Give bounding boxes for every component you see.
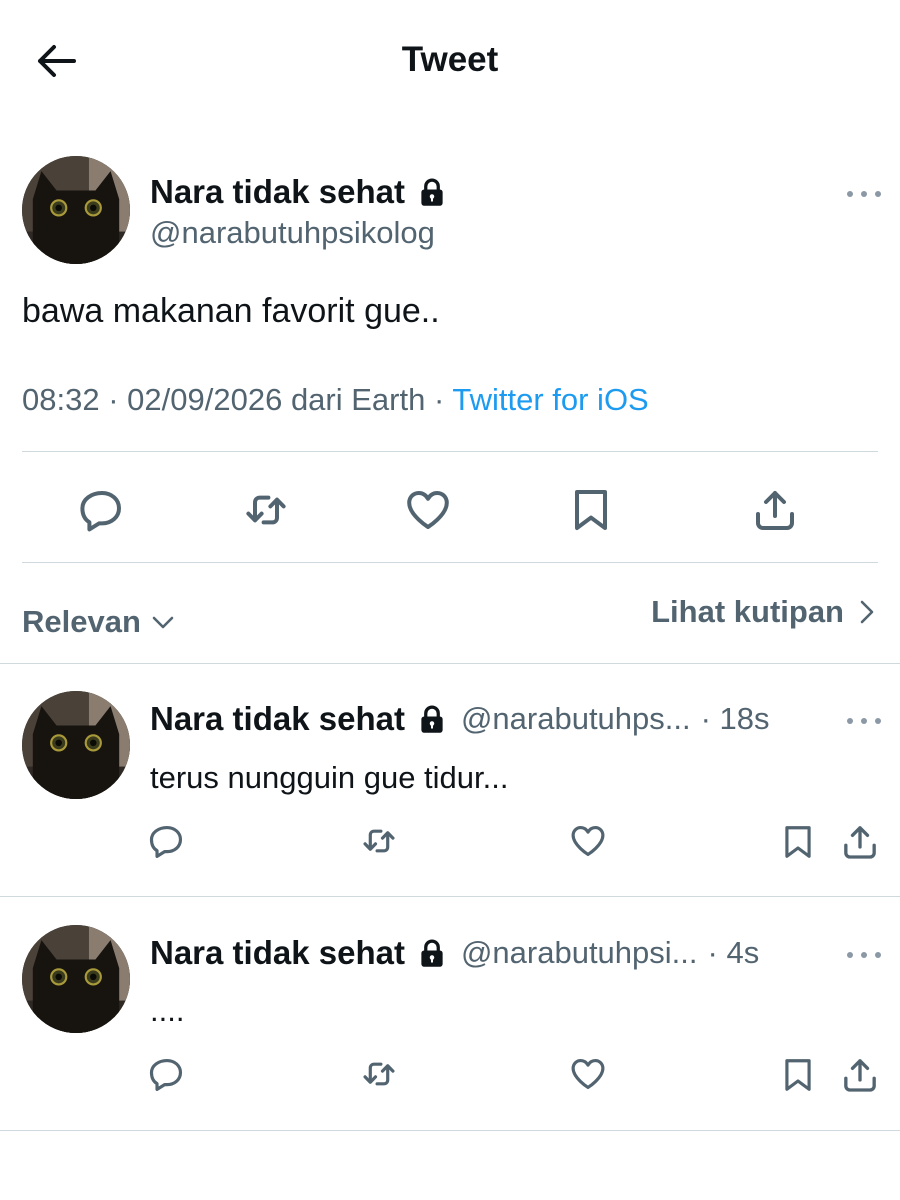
divider <box>22 562 878 563</box>
lock-icon <box>417 937 447 969</box>
bookmark-button[interactable] <box>567 486 615 534</box>
retweet-button[interactable] <box>358 1055 400 1093</box>
author-handle[interactable]: @narabutuhpsikolog <box>150 215 435 251</box>
avatar[interactable] <box>22 925 130 1033</box>
avatar[interactable] <box>22 691 130 799</box>
reply-item[interactable]: Nara tidak sehat @narabutuhps... · 18s t… <box>0 664 900 896</box>
tweet-date[interactable]: 02/09/2026 <box>127 382 282 417</box>
more-icon <box>844 184 884 204</box>
retweet-button[interactable] <box>358 822 400 860</box>
divider <box>0 1130 900 1131</box>
reply-text: terus nungguin gue tidur... <box>150 760 509 795</box>
more-icon <box>844 945 884 965</box>
page-title: Tweet <box>401 40 499 79</box>
reply-author-name: Nara tidak sehat <box>150 700 405 737</box>
reply-icon <box>78 486 126 534</box>
reply-button[interactable] <box>148 1055 186 1093</box>
like-icon <box>569 822 607 860</box>
sort-label: Relevan <box>22 604 141 639</box>
meta-separator: · <box>433 382 445 417</box>
retweet-button[interactable] <box>241 486 291 534</box>
more-options-button[interactable] <box>844 945 884 965</box>
tweet-client-link[interactable]: Twitter for iOS <box>452 382 648 417</box>
reply-icon <box>148 822 186 860</box>
retweet-icon <box>358 822 400 860</box>
chevron-down-icon <box>152 616 174 629</box>
reply-text: .... <box>150 993 185 1028</box>
like-button[interactable] <box>404 486 452 534</box>
reply-icon <box>148 1055 186 1093</box>
lock-icon <box>417 176 447 208</box>
bookmark-icon <box>779 822 817 862</box>
chevron-right-icon <box>860 600 874 624</box>
like-icon <box>404 486 452 534</box>
bookmark-icon <box>567 486 615 534</box>
share-icon <box>840 822 880 862</box>
more-options-button[interactable] <box>844 711 884 731</box>
share-icon <box>840 1055 880 1095</box>
share-button[interactable] <box>840 1055 880 1095</box>
like-button[interactable] <box>569 1055 607 1093</box>
tweet-text: bawa makanan favorit gue.. <box>22 292 440 330</box>
reply-author[interactable]: Nara tidak sehat @narabutuhps... · 18s <box>150 700 770 738</box>
reply-button[interactable] <box>78 486 126 534</box>
avatar[interactable] <box>22 156 130 264</box>
bookmark-icon <box>779 1055 817 1095</box>
meta-separator: · <box>108 382 119 417</box>
reply-author-handle: @narabutuhpsi... <box>460 935 698 970</box>
reply-author-name: Nara tidak sehat <box>150 934 405 971</box>
more-icon <box>844 711 884 731</box>
more-options-button[interactable] <box>844 184 884 204</box>
bookmark-button[interactable] <box>779 822 817 862</box>
divider <box>22 451 878 452</box>
tweet-location: dari Earth <box>290 382 426 417</box>
share-button[interactable] <box>840 822 880 862</box>
tweet-meta: 08:32 · 02/09/2026 dari Earth · Twitter … <box>22 382 649 418</box>
like-button[interactable] <box>569 822 607 860</box>
quotes-label: Lihat kutipan <box>651 594 844 629</box>
author-name[interactable]: Nara tidak sehat <box>150 173 447 211</box>
sort-dropdown[interactable]: Relevan <box>22 604 177 640</box>
reply-time: · 18s <box>700 701 770 736</box>
share-icon <box>750 486 800 534</box>
reply-item[interactable]: Nara tidak sehat @narabutuhpsi... · 4s .… <box>0 897 900 1129</box>
reply-time: · 4s <box>707 935 760 970</box>
author-name-text: Nara tidak sehat <box>150 173 405 210</box>
bookmark-button[interactable] <box>779 1055 817 1095</box>
view-quotes-link[interactable]: Lihat kutipan <box>651 594 878 630</box>
retweet-icon <box>358 1055 400 1093</box>
reply-author-handle: @narabutuhps... <box>460 701 691 736</box>
retweet-icon <box>241 486 291 534</box>
reply-author[interactable]: Nara tidak sehat @narabutuhpsi... · 4s <box>150 934 759 972</box>
share-button[interactable] <box>750 486 800 534</box>
reply-button[interactable] <box>148 822 186 860</box>
lock-icon <box>417 703 447 735</box>
like-icon <box>569 1055 607 1093</box>
tweet-time: 08:32 <box>22 382 100 417</box>
